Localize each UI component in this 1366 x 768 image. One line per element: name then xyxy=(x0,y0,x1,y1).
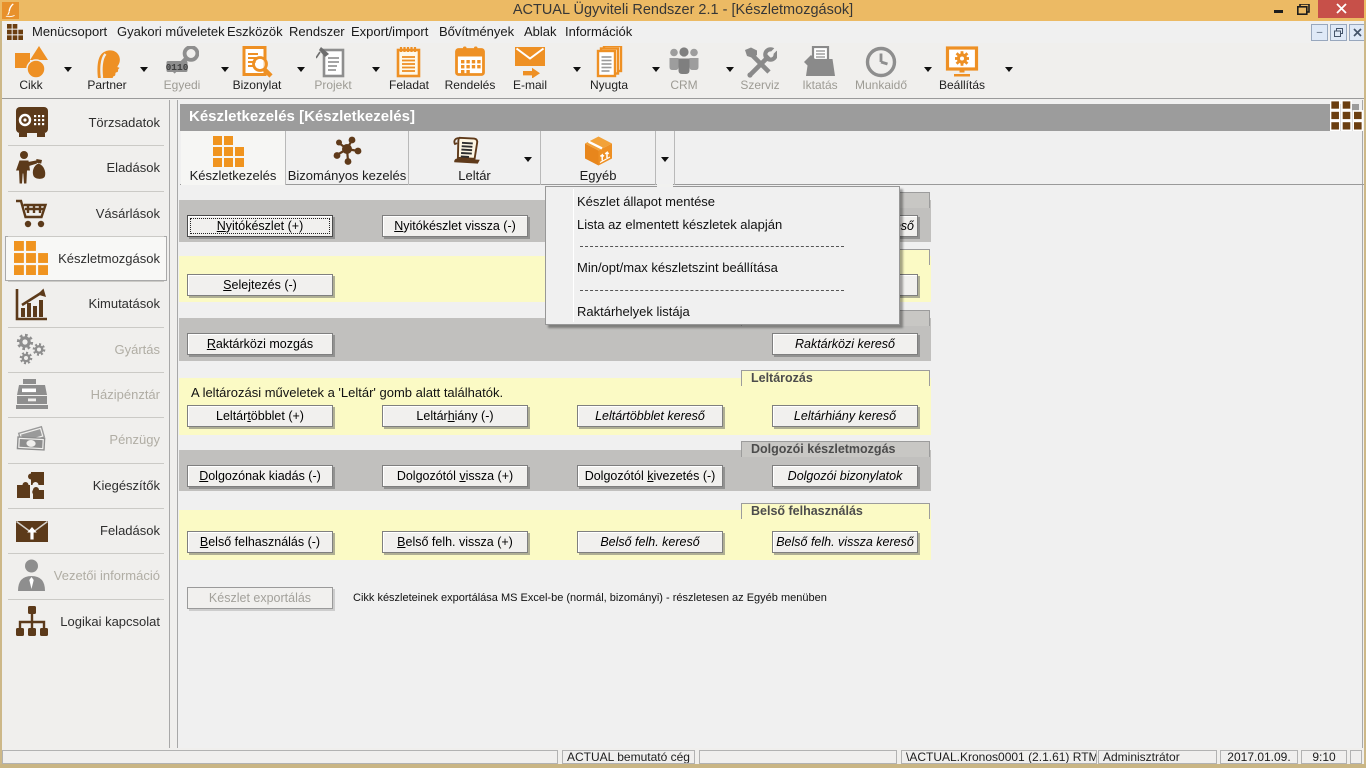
svg-text:0110: 0110 xyxy=(166,62,189,73)
